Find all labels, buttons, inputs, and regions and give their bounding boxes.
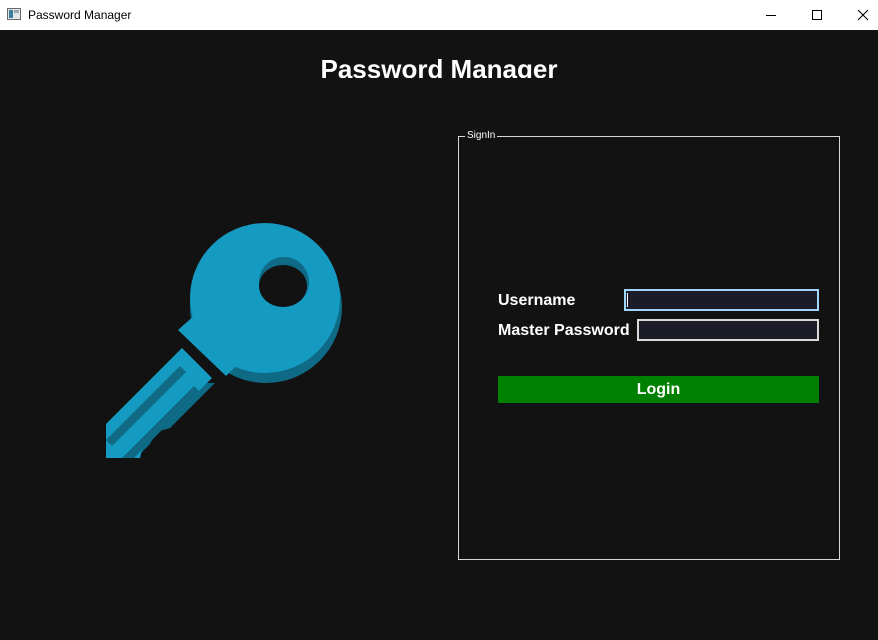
close-icon <box>857 9 869 21</box>
page-title: Password Manager <box>320 54 558 78</box>
signin-legend: SignIn <box>465 130 498 142</box>
window-titlebar: Password Manager <box>0 0 878 30</box>
close-button[interactable] <box>840 0 878 30</box>
window-title: Password Manager <box>28 8 132 22</box>
username-label: Username <box>498 292 576 309</box>
master-password-input[interactable] <box>637 319 819 341</box>
signin-group: SignIn Username Master Password Login <box>458 130 840 560</box>
minimize-button[interactable] <box>748 0 794 30</box>
master-password-label: Master Password <box>498 322 630 339</box>
maximize-button[interactable] <box>794 0 840 30</box>
username-input[interactable] <box>624 289 819 311</box>
key-icon <box>106 223 342 458</box>
login-button[interactable]: Login <box>498 376 819 403</box>
app-icon <box>7 8 21 20</box>
minimize-icon <box>766 15 776 16</box>
text-caret <box>627 293 628 307</box>
maximize-icon <box>812 10 822 20</box>
